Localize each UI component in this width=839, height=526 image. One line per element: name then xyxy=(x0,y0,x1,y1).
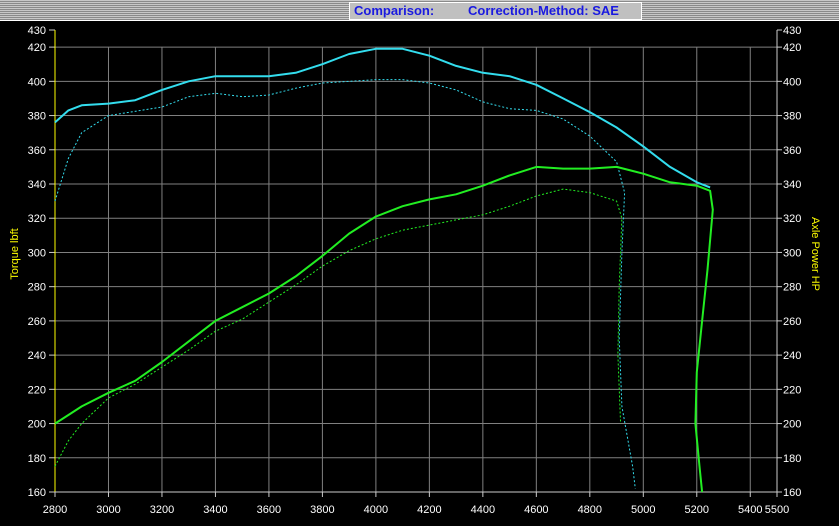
y-tick-label-left: 220 xyxy=(28,384,46,396)
y-tick-label-right: 240 xyxy=(783,350,801,362)
y-tick-label-right: 320 xyxy=(783,213,801,225)
x-tick-label: 4400 xyxy=(471,504,495,516)
y-tick-label-left: 260 xyxy=(28,316,46,328)
y-tick-label-right: 420 xyxy=(783,42,801,54)
series-torque-run2 xyxy=(54,79,636,489)
y-tick-label-right: 400 xyxy=(783,76,801,88)
y-tick-label-right: 380 xyxy=(783,111,801,123)
y-tick-label-left: 380 xyxy=(28,111,46,123)
y-tick-label-right: 160 xyxy=(783,487,801,499)
y-axis-label-left: Torque lbft xyxy=(9,228,21,279)
y-tick-label-right: 260 xyxy=(783,316,801,328)
y-tick-label-right: 300 xyxy=(783,247,801,259)
x-tick-label: 4000 xyxy=(364,504,388,516)
y-tick-label-right: 200 xyxy=(783,419,801,431)
y-tick-label-left: 240 xyxy=(28,350,46,362)
x-tick-label: 4200 xyxy=(417,504,441,516)
x-tick-label: 3800 xyxy=(310,504,334,516)
series-power-run2 xyxy=(54,188,623,467)
dyno-chart: 2800 3000 3200 3400 3600 3800 4000 4200 4400 4600… xyxy=(9,25,821,516)
y-tick-label-right: 220 xyxy=(783,384,801,396)
x-tick-label: 3600 xyxy=(257,504,281,516)
y-tick-label-left: 320 xyxy=(28,213,46,225)
series-power-run1 xyxy=(54,165,714,493)
y-tick-label-left: 180 xyxy=(28,453,46,465)
y-tick-label-left: 200 xyxy=(28,419,46,431)
y-tick-label-left: 420 xyxy=(28,42,46,54)
y-tick-label-left: 280 xyxy=(28,282,46,294)
x-tick-label: 4600 xyxy=(524,504,548,516)
x-tick-label: 3200 xyxy=(150,504,174,516)
x-tick-label: 5000 xyxy=(631,504,655,516)
y-tick-label-left: 160 xyxy=(28,487,46,499)
x-tick-label: 5500 xyxy=(765,504,789,516)
y-tick-label-left: 300 xyxy=(28,247,46,259)
y-tick-label-right: 280 xyxy=(783,282,801,294)
x-tick-label: 3400 xyxy=(203,504,227,516)
y-tick-label-left: 340 xyxy=(28,179,46,191)
y-tick-label-left: 360 xyxy=(28,145,46,157)
x-tick-label: 5200 xyxy=(685,504,709,516)
y-tick-label-left: 400 xyxy=(28,76,46,88)
y-tick-label-right: 430 xyxy=(783,25,801,37)
y-axis-label-right: Axle Power HP xyxy=(809,217,821,291)
x-tick-label: 2800 xyxy=(43,504,67,516)
x-tick-label: 3000 xyxy=(96,504,120,516)
y-tick-label-right: 180 xyxy=(783,453,801,465)
y-tick-label-right: 360 xyxy=(783,145,801,157)
y-tick-label-right: 340 xyxy=(783,179,801,191)
x-tick-label: 5400 xyxy=(738,504,762,516)
x-tick-label: 4800 xyxy=(578,504,602,516)
y-tick-label-left: 430 xyxy=(28,25,46,37)
